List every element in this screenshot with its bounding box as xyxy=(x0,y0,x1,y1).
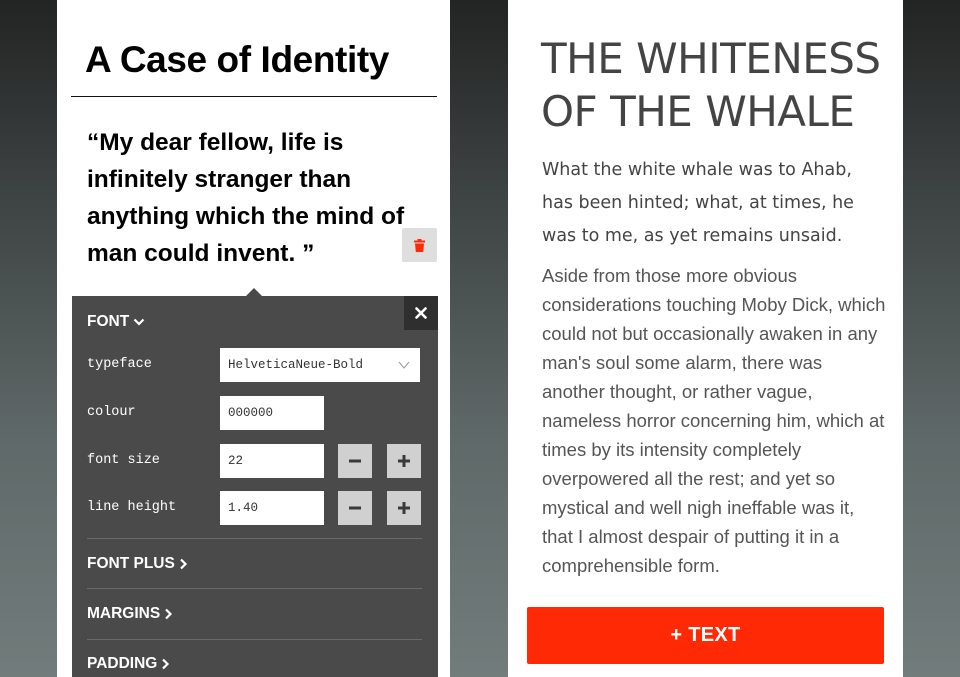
line-height-value: 1.40 xyxy=(228,501,259,515)
typeface-label: typeface xyxy=(87,357,152,372)
font-size-decrease-button[interactable] xyxy=(338,444,372,478)
colour-input[interactable]: 000000 xyxy=(220,396,324,430)
line-height-label: line height xyxy=(87,500,177,515)
chevron-right-icon xyxy=(162,658,170,670)
font-size-value: 22 xyxy=(228,454,244,468)
typeface-value: HelveticaNeue-Bold xyxy=(228,358,364,372)
add-text-button[interactable]: + TEXT xyxy=(527,607,884,664)
padding-section-label: PADDING xyxy=(87,655,158,672)
section-divider xyxy=(87,639,422,640)
padding-section-toggle[interactable]: PADDING xyxy=(87,655,170,673)
colour-value: 000000 xyxy=(228,406,274,420)
heading-text[interactable]: A Case of Identity xyxy=(85,38,435,82)
title-divider xyxy=(71,96,437,97)
line-height-decrease-button[interactable] xyxy=(338,491,372,525)
line-height-increase-button[interactable] xyxy=(387,491,421,525)
plus-icon xyxy=(398,455,410,467)
typeface-select[interactable]: HelveticaNeue-Bold xyxy=(220,348,420,382)
margins-section-toggle[interactable]: MARGINS xyxy=(87,605,173,623)
chevron-right-icon xyxy=(180,558,187,570)
font-size-label: font size xyxy=(87,453,160,468)
plus-icon xyxy=(398,502,410,514)
minus-icon xyxy=(349,459,361,463)
colour-label: colour xyxy=(87,405,136,420)
delete-button[interactable] xyxy=(402,228,437,262)
lede-paragraph[interactable]: What the white whale was to Ahab, has be… xyxy=(542,154,882,253)
font-plus-section-toggle[interactable]: FONT PLUS xyxy=(87,555,188,573)
style-settings-panel: FONT typeface HelveticaNeue-Bold colour … xyxy=(72,296,438,677)
body-paragraph[interactable]: Aside from those more obvious considerat… xyxy=(542,261,887,580)
section-divider xyxy=(87,588,422,589)
font-size-input[interactable]: 22 xyxy=(220,444,324,478)
margins-section-label: MARGINS xyxy=(87,605,161,622)
quote-text[interactable]: “My dear fellow, life is infinitely stra… xyxy=(87,124,417,272)
close-panel-button[interactable] xyxy=(404,296,438,330)
minus-icon xyxy=(349,506,361,510)
close-icon xyxy=(415,307,427,319)
line-height-input[interactable]: 1.40 xyxy=(220,491,324,525)
chevron-down-icon xyxy=(133,318,145,326)
trash-icon xyxy=(414,238,425,252)
font-size-increase-button[interactable] xyxy=(387,444,421,478)
text-block-card-right: THE WHITENESS OF THE WHALE What the whit… xyxy=(508,0,903,677)
chapter-title[interactable]: THE WHITENESS OF THE WHALE xyxy=(541,32,891,138)
section-divider xyxy=(87,538,422,539)
font-plus-section-label: FONT PLUS xyxy=(87,555,175,572)
font-section-toggle[interactable]: FONT xyxy=(87,313,145,331)
panel-pointer xyxy=(246,288,262,296)
chevron-down-icon xyxy=(398,361,410,369)
chevron-right-icon xyxy=(165,608,173,620)
font-section-label: FONT xyxy=(87,313,130,330)
